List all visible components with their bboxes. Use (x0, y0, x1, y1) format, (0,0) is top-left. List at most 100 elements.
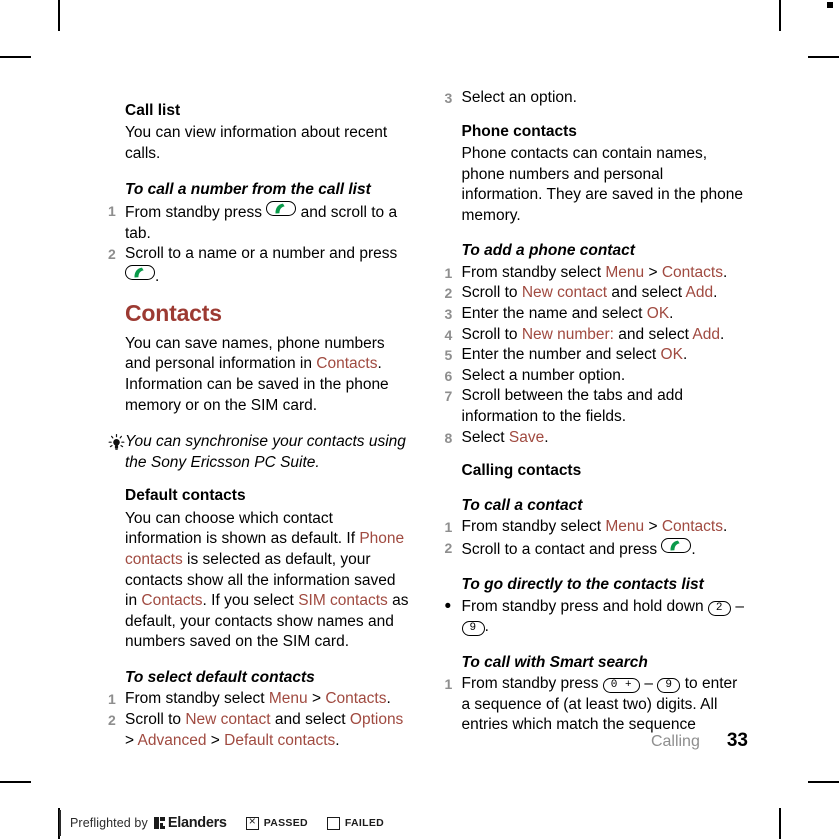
step-item: 1 From standby press 0 + – 9 to enter a s… (445, 674, 749, 736)
step-item: 6 Select a number option. (445, 366, 749, 387)
left-column: Call list You can view information about… (108, 88, 412, 751)
ui-term: OK (646, 305, 670, 323)
failed-label: FAILED (344, 817, 385, 829)
keypad-key-9: 9 (657, 678, 681, 694)
step-text: Scroll between the tabs and add informat… (461, 387, 683, 426)
step-text: Scroll to New number: and select Add. (461, 325, 725, 343)
heading-to-go-directly-to-contacts-list: To go directly to the contacts list (461, 576, 704, 594)
heading-to-call-with-smart-search: To call with Smart search (461, 653, 648, 671)
step-text: From standby press 0 + – 9 to enter a se… (461, 675, 738, 734)
step-item: 1 From standby select Menu > Contacts. (445, 263, 749, 284)
ui-term: Contacts (141, 592, 203, 610)
step-text: From standby select Menu > Contacts. (461, 518, 728, 536)
crop-mark-bottom-left-horizontal (0, 781, 31, 783)
step-number: 1 (108, 202, 116, 219)
step-text: Enter the number and select OK. (461, 346, 688, 364)
registration-dot (827, 2, 833, 8)
step-number: 4 (444, 326, 453, 343)
ui-term: New contact (521, 284, 608, 302)
steps-to-call-a-contact: 1 From standby select Menu > Contacts. 2 Sc… (445, 517, 749, 560)
tip-text: You can synchronise your contacts using … (125, 433, 406, 471)
passed-checkbox[interactable] (245, 814, 259, 830)
keypad-key-0: 0 + (602, 678, 641, 694)
steps-to-call-number-from-call-list: 1 From standby press and scroll to a tab.… (108, 200, 412, 287)
failed-checkbox[interactable] (326, 816, 340, 830)
step-number: 1 (444, 264, 453, 281)
ui-term: New number: (521, 325, 614, 343)
step-item: 3 Enter the name and select OK. (445, 304, 749, 325)
crop-mark-bottom-right-horizontal (808, 781, 839, 783)
call-key-icon (661, 537, 692, 553)
crop-mark-top-right-horizontal (808, 56, 839, 58)
step-text: Scroll to a contact and press . (462, 537, 749, 561)
steps-continued-from-left-column: 3 Select an option. (445, 88, 749, 109)
keypad-key-9: 9 (461, 621, 485, 637)
step-item: • From standby press and hold down 2 – 9. (445, 596, 749, 638)
right-column: 3 Select an option. Phone contacts Phone … (445, 88, 749, 751)
step-text: From standby select Menu > Contacts. (461, 263, 728, 281)
two-column-body: Call list You can view information about… (108, 88, 748, 751)
step-text: Select a number option. (461, 366, 626, 384)
call-key-icon (266, 200, 297, 216)
heading-to-call-number-from-call-list: To call a number from the call list (125, 180, 371, 198)
crop-mark-top-left-vertical (58, 0, 60, 31)
step-text: From standby press and scroll to a tab. (125, 200, 412, 244)
step-number: 2 (444, 285, 453, 302)
ui-term: New contact (185, 710, 271, 728)
step-item: 1 From standby select Menu > Contacts. (108, 689, 412, 710)
step-text: From standby select Menu > Contacts. (125, 690, 391, 708)
heading-phone-contacts: Phone contacts (461, 122, 577, 140)
step-text: From standby press and hold down 2 – 9. (461, 597, 744, 637)
preflight-passed-status: PASSED (245, 814, 308, 830)
steps-to-go-directly-to-contacts-list: • From standby press and hold down 2 – 9. (445, 596, 749, 638)
preflight-prefix: Preflighted by (70, 816, 148, 830)
step-text: Scroll to New contact and select Add. (461, 284, 718, 302)
ui-term: Contacts (325, 690, 387, 708)
heading-to-select-default-contacts: To select default contacts (125, 669, 315, 686)
ui-term: Menu (605, 263, 645, 281)
steps-to-add-a-phone-contact: 1 From standby select Menu > Contacts. 2 Sc… (445, 263, 749, 448)
ui-term: SIM contacts (298, 592, 388, 610)
ui-term: Save (508, 428, 545, 446)
step-item: 2 Scroll to a name or a number and press … (108, 244, 412, 287)
step-item: 8 Select Save. (445, 428, 749, 449)
ui-term: Options (349, 710, 404, 728)
step-item: 3 Select an option. (445, 88, 749, 109)
step-number: 1 (108, 691, 116, 708)
step-text: Select an option. (461, 89, 577, 106)
step-item: 2 Scroll to New contact and select Add. (445, 283, 749, 304)
heading-to-call-a-contact: To call a contact (461, 496, 583, 514)
ui-term: Phone contacts (125, 530, 405, 568)
ui-term: OK (660, 346, 683, 364)
heading-default-contacts: Default contacts (125, 487, 246, 505)
ui-term: Menu (605, 518, 645, 536)
heading-call-list: Call list (125, 102, 181, 119)
paragraph-phone-contacts: Phone contacts can contain names, phone … (461, 144, 743, 224)
step-number: 5 (444, 347, 453, 364)
preflight-failed-status: FAILED (326, 816, 385, 830)
elanders-logo-icon (153, 817, 165, 829)
ui-term: Contacts (661, 263, 723, 281)
step-item: 4 Scroll to New number: and select Add. (445, 325, 749, 346)
step-item: 1 From standby press and scroll to a tab. (108, 200, 412, 244)
heading-calling-contacts: Calling contacts (461, 462, 582, 480)
paragraph-default-contacts: You can choose which contact information… (125, 509, 409, 651)
ui-term: Add (685, 284, 714, 302)
step-number: 7 (444, 388, 453, 405)
heading-to-add-a-phone-contact: To add a phone contact (461, 242, 635, 260)
lightbulb-icon (108, 432, 125, 473)
step-text: Scroll to a name or a number and press . (125, 245, 398, 285)
call-key-icon (125, 264, 155, 280)
step-number: 8 (444, 429, 453, 446)
crop-mark-top-right-vertical (779, 0, 781, 31)
step-number: 6 (444, 367, 453, 384)
step-item: 1 From standby select Menu > Contacts. (445, 517, 749, 538)
passed-label: PASSED (263, 817, 308, 829)
manual-page: Call list You can view information about… (0, 0, 839, 839)
step-text: Select Save. (461, 428, 549, 446)
step-number: 1 (444, 676, 453, 693)
page-footer: Calling 33 (108, 730, 748, 752)
preflight-bar: Preflighted by Elanders PASSED FAILED (59, 810, 384, 836)
footer-chapter-label: Calling (650, 733, 700, 750)
elanders-brand-name: Elanders (167, 815, 227, 831)
